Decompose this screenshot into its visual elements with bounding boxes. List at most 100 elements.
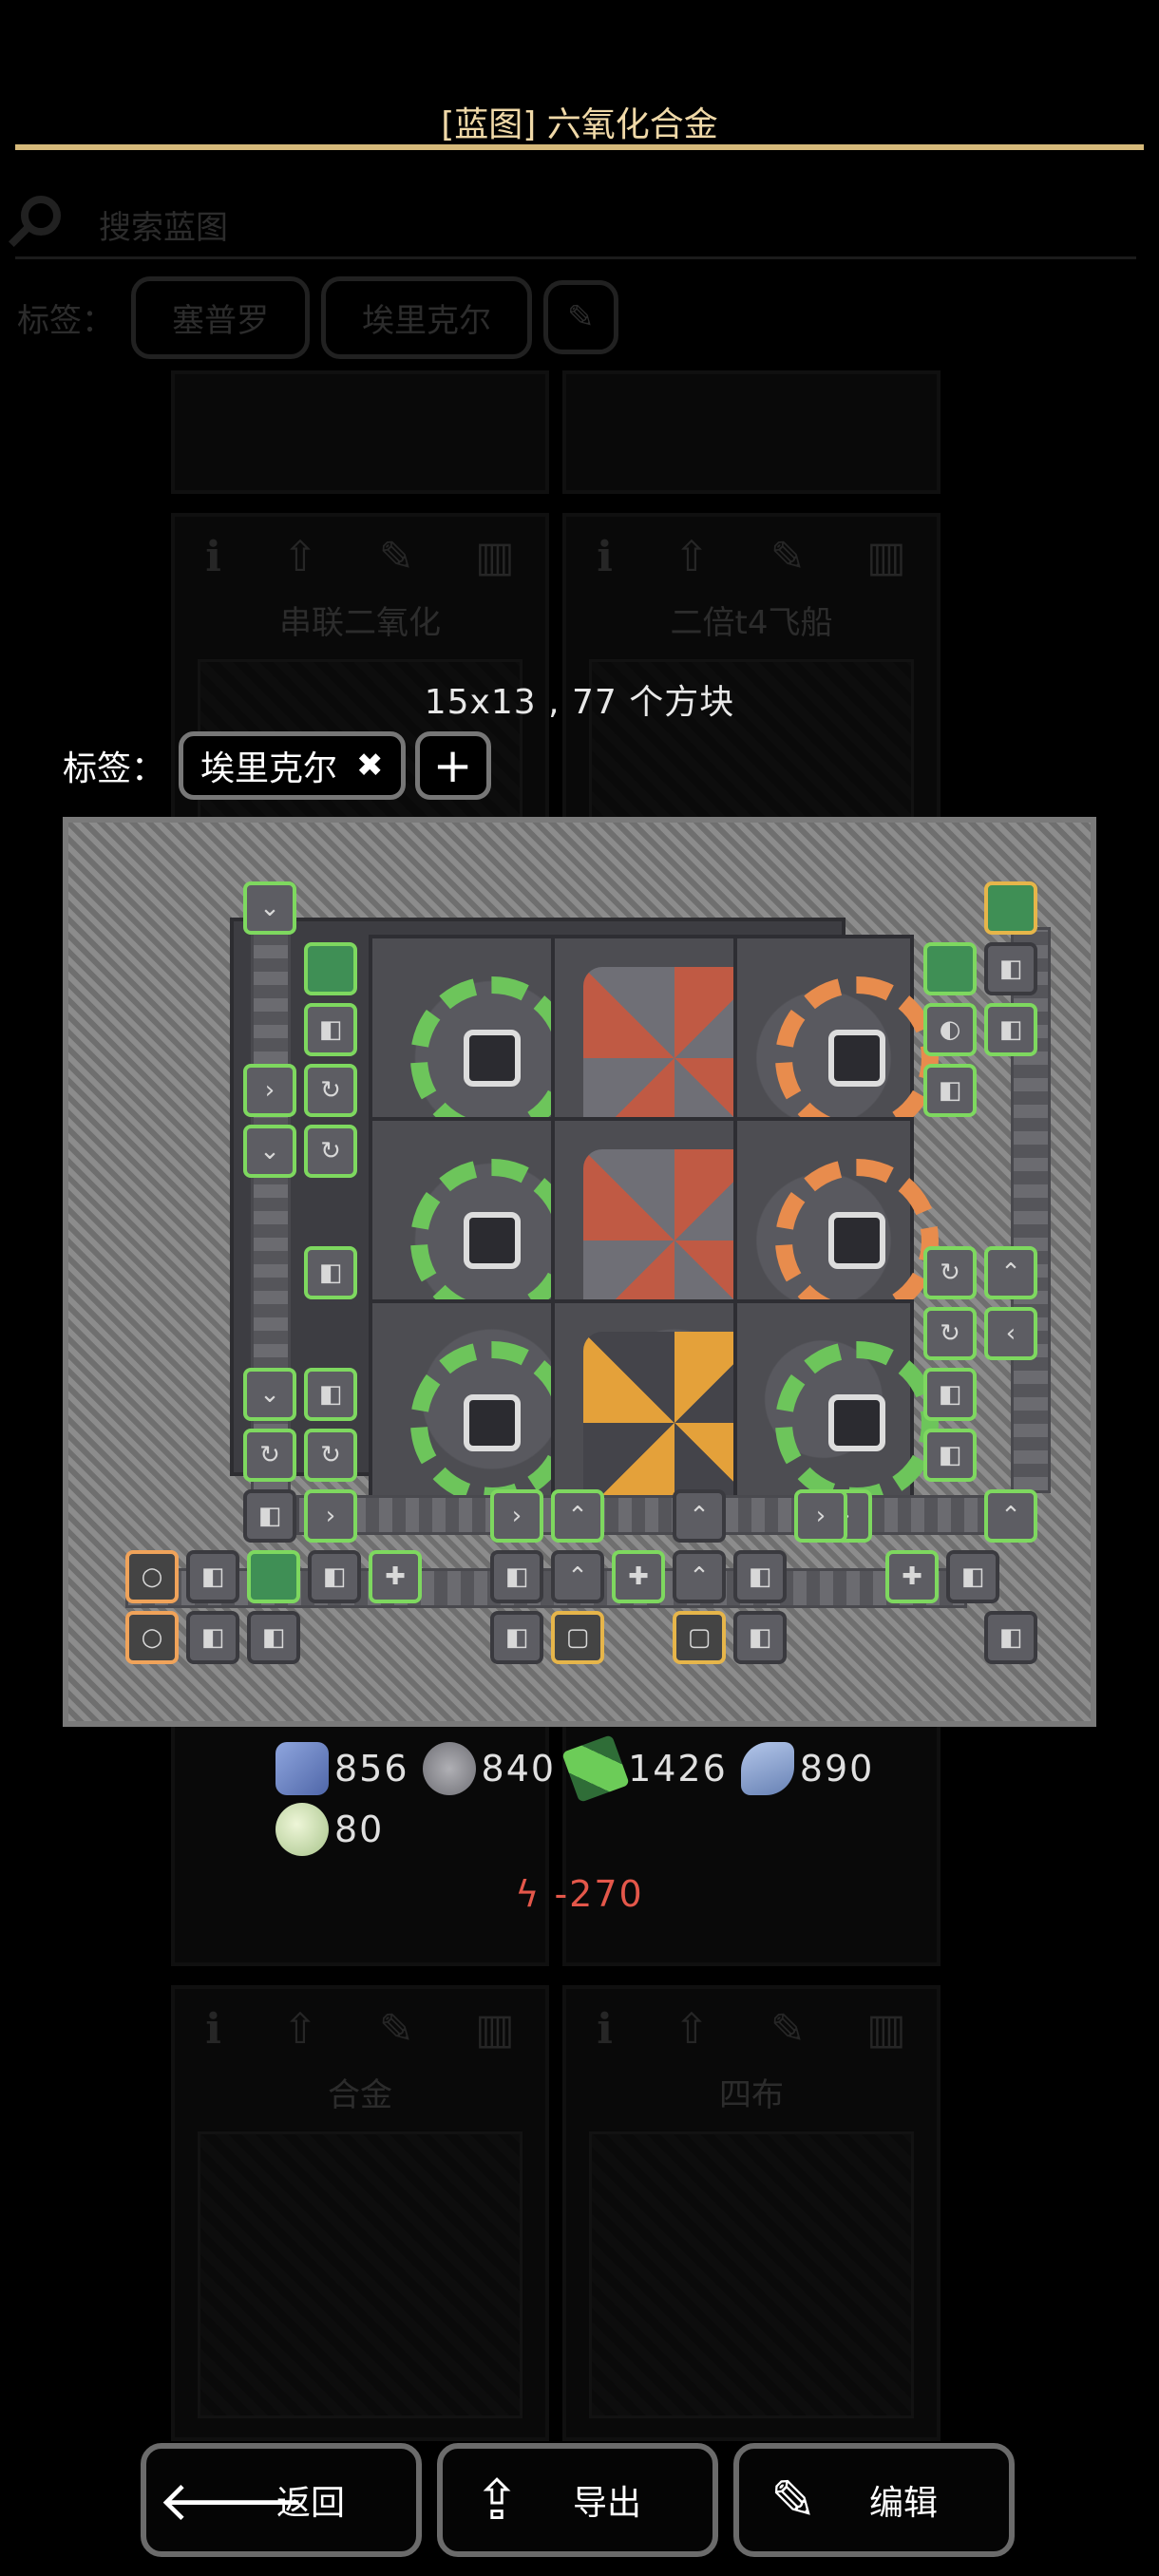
conveyor-block: ◧ <box>304 1246 357 1299</box>
tags-label: 标签： <box>63 749 166 788</box>
conveyor-block: ⌃ <box>551 1550 604 1603</box>
search-bar[interactable]: 搜索蓝图 <box>15 190 1136 259</box>
conveyor-block: ⌃ <box>984 1489 1037 1543</box>
trash-icon[interactable]: ▥ <box>475 533 515 581</box>
conveyor-block: ↻ <box>243 1429 296 1482</box>
junction-block: ✚ <box>369 1550 422 1603</box>
conveyor-block: › <box>243 1064 296 1117</box>
conveyor-block: ◧ <box>923 1064 977 1117</box>
conveyor-block: ↻ <box>304 1064 357 1117</box>
card-thumbnail <box>589 2131 914 2418</box>
trash-icon[interactable]: ▥ <box>475 2005 515 2054</box>
export-button[interactable]: ⇪ 导出 <box>437 2443 718 2557</box>
pencil-icon[interactable]: ✎ <box>770 2005 806 2054</box>
back-button-label: 返回 <box>276 2484 345 2523</box>
conveyor-block: ◧ <box>186 1550 239 1603</box>
conveyor-block: ◧ <box>923 1429 977 1482</box>
conveyor-block: ◧ <box>733 1550 787 1603</box>
junction-block: ✚ <box>885 1550 939 1603</box>
conveyor-block: ◧ <box>946 1550 999 1603</box>
search-icon <box>21 196 61 236</box>
conveyor-block: › <box>794 1489 847 1543</box>
sorter-block <box>923 942 977 995</box>
card-actions: ℹ ⇧ ✎ ▥ <box>566 1989 937 2069</box>
unloader-block: ○ <box>125 1611 179 1664</box>
conveyor-block: ◧ <box>304 1003 357 1056</box>
pencil-icon[interactable]: ✎ <box>379 2005 414 2054</box>
title-divider <box>15 144 1144 150</box>
sorter-block <box>304 942 357 995</box>
conveyor-block: ⌃ <box>551 1489 604 1543</box>
conveyor-block: ◧ <box>186 1611 239 1664</box>
search-input[interactable]: 搜索蓝图 <box>99 201 228 248</box>
card-name: 串联二氧化 <box>279 604 441 642</box>
conveyor-block: ◧ <box>923 1368 977 1421</box>
conveyor-block: › <box>304 1489 357 1543</box>
crucible-block <box>733 1299 939 1505</box>
spore-pod-icon <box>276 1803 329 1856</box>
trash-icon[interactable]: ▥ <box>866 533 906 581</box>
unloader-block <box>984 881 1037 935</box>
conveyor-block: ◧ <box>243 1489 296 1543</box>
upload-icon[interactable]: ⇧ <box>282 2005 317 2054</box>
conveyor-block: ◧ <box>308 1550 361 1603</box>
pencil-icon[interactable]: ✎ <box>379 533 414 581</box>
unloader-block: ○ <box>125 1550 179 1603</box>
blueprint-card[interactable] <box>562 370 940 494</box>
card-thumbnail <box>198 2131 522 2418</box>
card-actions: ℹ ⇧ ✎ ▥ <box>175 517 545 597</box>
blueprint-card[interactable] <box>171 370 549 494</box>
tag-filter-label: 标签： <box>17 301 114 340</box>
blueprint-dimensions: 15x13 , 77 个方块 <box>424 683 735 722</box>
blueprint-preview: ⌄ ◧ › ↻ ⌄ ↻ ◧ ⌄ ◧ ↻ ↻ ◧ › ◧ ◐ ◧ ◧ ⌃ ↻ ‹ … <box>63 817 1096 1727</box>
conveyor <box>296 1495 1024 1535</box>
tag-filter-chip[interactable]: 埃里克尔 <box>321 275 532 359</box>
silicon-amount: 890 <box>799 1748 875 1790</box>
conveyor-block: ‹ <box>984 1307 1037 1360</box>
junction-block: ✚ <box>612 1550 665 1603</box>
spore-pod-amount: 80 <box>334 1809 385 1850</box>
card-actions: ℹ ⇧ ✎ ▥ <box>175 1989 545 2069</box>
conveyor-block: ↻ <box>304 1125 357 1178</box>
card-name: 合金 <box>328 2076 392 2114</box>
blueprint-card[interactable]: ℹ ⇧ ✎ ▥ 合金 <box>171 1985 549 2441</box>
conveyor-block: ◧ <box>490 1550 543 1603</box>
info-icon[interactable]: ℹ <box>597 2005 613 2054</box>
tag-row: 标签： 埃里克尔 ✖ + <box>63 726 491 805</box>
dialog-title: [蓝图] 六氧化合金 <box>441 105 718 144</box>
tag-filter-chip[interactable]: 塞普罗 <box>131 275 310 359</box>
upload-icon[interactable]: ⇧ <box>674 2005 709 2054</box>
conveyor-block: ◧ <box>984 942 1037 995</box>
silicon-icon <box>740 1742 794 1795</box>
edit-icon: ✎ <box>770 2468 817 2532</box>
pencil-icon[interactable]: ✎ <box>770 533 806 581</box>
lead-amount: 840 <box>481 1748 557 1790</box>
remove-tag-icon[interactable]: ✖ <box>356 747 384 785</box>
unloader-block: ▢ <box>551 1611 604 1664</box>
conveyor-block: ◧ <box>984 1611 1037 1664</box>
router-block: ⌄ <box>243 1368 296 1421</box>
trash-icon[interactable]: ▥ <box>866 2005 906 2054</box>
edit-tags-icon[interactable]: ✎ <box>543 280 618 354</box>
upload-icon[interactable]: ⇧ <box>674 533 709 581</box>
edit-button[interactable]: ✎ 编辑 <box>733 2443 1015 2557</box>
back-button[interactable]: 🡐 返回 <box>141 2443 422 2557</box>
upload-icon[interactable]: ⇧ <box>282 533 317 581</box>
conveyor-block: ↻ <box>923 1246 977 1299</box>
blueprint-card[interactable]: ℹ ⇧ ✎ ▥ 四布 <box>562 1985 940 2441</box>
titanium-amount: 856 <box>334 1748 409 1790</box>
router-block: ⌄ <box>243 1125 296 1178</box>
lead-icon <box>422 1742 476 1795</box>
add-tag-button[interactable]: + <box>414 731 491 800</box>
tag-chip-label: 埃里克尔 <box>200 749 338 788</box>
tag-chip[interactable]: 埃里克尔 ✖ <box>179 731 406 800</box>
requirements-row-1: 856 840 1426 890 <box>276 1734 875 1803</box>
plastanium-amount: 1426 <box>628 1748 728 1790</box>
titanium-icon <box>276 1742 329 1795</box>
conveyor-block: ◧ <box>490 1611 543 1664</box>
info-icon[interactable]: ℹ <box>597 533 613 581</box>
info-icon[interactable]: ℹ <box>205 2005 221 2054</box>
conveyor-block: ⌃ <box>673 1489 726 1543</box>
conveyor-block: ↻ <box>923 1307 977 1360</box>
info-icon[interactable]: ℹ <box>205 533 221 581</box>
